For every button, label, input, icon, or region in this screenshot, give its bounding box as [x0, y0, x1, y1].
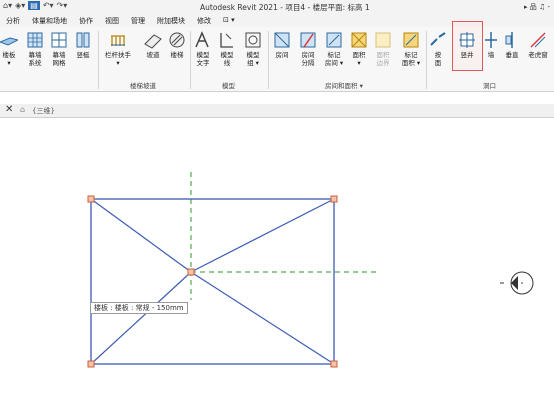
- floor-plan-drawing: [87, 172, 534, 368]
- open-icon[interactable]: ◈▾: [15, 1, 25, 10]
- panel-label-opening: 洞口: [483, 82, 496, 90]
- view-tab-3d[interactable]: {三维}: [32, 106, 55, 116]
- floor-edge-line[interactable]: [90, 271, 192, 365]
- by-face-button[interactable]: 按面: [428, 31, 448, 67]
- model-text-button[interactable]: 模型 文字: [192, 31, 214, 67]
- room-button[interactable]: 房间: [270, 31, 294, 59]
- save-icon[interactable]: ▤: [28, 1, 40, 10]
- ribbon-separator: [190, 31, 191, 89]
- curtain-grid-icon: [51, 32, 67, 48]
- ramp-icon: [144, 34, 162, 49]
- title-right-icons[interactable]: ▸ 品 ♫ -: [524, 2, 550, 12]
- tag-area-icon: [403, 32, 419, 48]
- stair-button[interactable]: 楼梯: [166, 31, 188, 59]
- curtain-system-button[interactable]: 幕墙 系统: [24, 31, 46, 67]
- curtain-grid-button[interactable]: 幕墙 网格: [48, 31, 70, 67]
- mullion-button[interactable]: 竖梃: [72, 31, 94, 59]
- panel-label-room-area: 房间和面积 ▾: [325, 82, 363, 90]
- tab-analyze[interactable]: 分析: [0, 14, 26, 27]
- model-line-button[interactable]: 模型线: [216, 31, 238, 67]
- wall-opening-icon: [485, 32, 497, 48]
- tab-manage[interactable]: 管理: [125, 14, 151, 27]
- quick-access-toolbar: ⌂▾ ◈▾ ▤ ↶▾ ↷▾: [3, 1, 67, 10]
- room-icon: [274, 32, 290, 48]
- ribbon: 楼板 ▾ 幕墙 系统 幕墙 网格 竖梃 栏杆扶手 ▾ 坡道 楼梯 楼梯坡道 模型 文字 模…: [0, 21, 554, 92]
- element-tooltip: 楼板 : 楼板 : 常规 - 150mm: [90, 302, 188, 314]
- tag-room-icon: [326, 32, 342, 48]
- tab-view[interactable]: 视图: [99, 14, 125, 27]
- room-separator-icon: [300, 32, 316, 48]
- view-home-icon[interactable]: ⌂: [20, 105, 25, 114]
- shaft-button[interactable]: 竖井: [454, 31, 480, 59]
- stair-icon: [169, 32, 185, 48]
- home-icon[interactable]: ⌂▾: [3, 1, 12, 10]
- dormer-opening-button[interactable]: 老虎窗: [524, 31, 552, 59]
- floor-edge-line[interactable]: [190, 271, 335, 365]
- ribbon-separator: [98, 31, 99, 89]
- tab-modify[interactable]: 修改: [191, 14, 217, 27]
- undo-icon[interactable]: ↶▾: [43, 1, 54, 10]
- vertex-grip[interactable]: [330, 360, 338, 368]
- view-tab-strip: ✕ ⌂ {三维}: [0, 104, 554, 118]
- tag-area-button[interactable]: 标记 面积 ▾: [398, 31, 424, 67]
- floor-icon: [0, 37, 18, 46]
- railing-icon: [111, 35, 125, 46]
- area-boundary-button[interactable]: 面积 边界: [372, 31, 394, 67]
- wall-opening-button[interactable]: 墙: [482, 31, 500, 59]
- model-line-icon: [220, 33, 233, 48]
- ribbon-separator: [426, 31, 427, 89]
- floor-edge-line[interactable]: [90, 198, 192, 273]
- model-text-icon: [195, 31, 209, 48]
- area-icon: [351, 32, 367, 48]
- redo-icon[interactable]: ↷▾: [57, 1, 68, 10]
- elevation-marker-center: [521, 282, 523, 284]
- drawing-canvas[interactable]: [0, 118, 554, 404]
- tab-contextual[interactable]: ⊡ ▾: [217, 14, 241, 27]
- room-separator-button[interactable]: 房间 分隔: [296, 31, 320, 67]
- floor-button[interactable]: 楼板 ▾: [0, 31, 18, 67]
- railing-button[interactable]: 栏杆扶手 ▾: [100, 31, 136, 67]
- vertex-grip[interactable]: [87, 195, 95, 203]
- area-boundary-icon: [375, 32, 391, 48]
- floor-edge-line[interactable]: [190, 198, 335, 273]
- close-icon[interactable]: ✕: [5, 104, 13, 115]
- title-bar: ⌂▾ ◈▾ ▤ ↶▾ ↷▾ Autodesk Revit 2021 - 项目4 …: [0, 0, 554, 14]
- vertical-opening-button[interactable]: 垂直: [502, 31, 522, 59]
- ramp-button[interactable]: 坡道: [142, 31, 164, 59]
- model-group-icon: [245, 32, 261, 48]
- vertex-grip[interactable]: [330, 195, 338, 203]
- tab-collaborate[interactable]: 协作: [73, 14, 99, 27]
- area-button[interactable]: 面积 ▾: [348, 31, 370, 67]
- tab-addins[interactable]: 附加模块: [151, 14, 191, 27]
- panel-label-stairs: 楼梯坡道: [130, 82, 156, 90]
- window-title: Autodesk Revit 2021 - 项目4 - 楼层平面: 标高 1: [200, 3, 370, 12]
- floor-boundary[interactable]: [90, 198, 335, 365]
- tag-room-button[interactable]: 标记 房间 ▾: [322, 31, 346, 67]
- curtain-system-icon: [27, 32, 43, 48]
- vertex-grip[interactable]: [87, 360, 95, 368]
- model-group-button[interactable]: 模型组 ▾: [240, 31, 266, 67]
- shaft-icon: [459, 32, 475, 48]
- vertex-grip[interactable]: [187, 268, 195, 276]
- dormer-icon: [530, 32, 546, 48]
- ribbon-separator: [268, 31, 269, 89]
- panel-label-model: 模型: [222, 82, 235, 90]
- mullion-icon: [76, 32, 90, 48]
- by-face-icon: [430, 32, 446, 46]
- tab-massing-site[interactable]: 体量和场地: [26, 14, 73, 27]
- vertical-opening-icon: [505, 32, 513, 48]
